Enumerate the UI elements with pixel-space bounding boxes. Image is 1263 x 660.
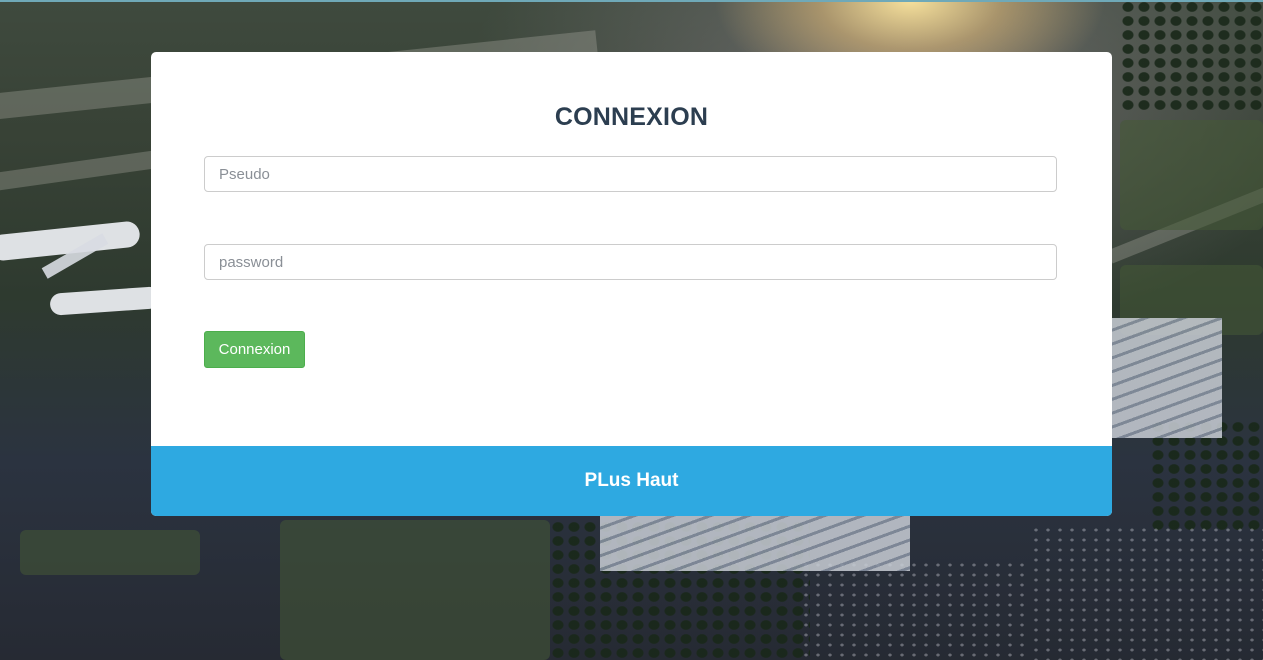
top-accent-line bbox=[0, 0, 1263, 2]
parking-lot bbox=[1030, 525, 1263, 660]
grass-field bbox=[20, 530, 200, 575]
parking-lot bbox=[800, 560, 1030, 660]
login-card: CONNEXION Connexion PLus Haut bbox=[151, 52, 1112, 516]
terminal-building bbox=[600, 516, 910, 571]
login-button[interactable]: Connexion bbox=[204, 331, 305, 368]
tree-cluster bbox=[1120, 0, 1263, 110]
grass-field bbox=[1120, 120, 1263, 230]
grass-field bbox=[280, 520, 550, 660]
login-title: CONNEXION bbox=[554, 103, 709, 131]
username-input[interactable] bbox=[204, 156, 1057, 192]
footer-bar: PLus Haut bbox=[151, 446, 1112, 516]
terminal-building bbox=[1112, 318, 1222, 438]
scroll-top-link[interactable]: PLus Haut bbox=[585, 470, 679, 492]
airplane-fuselage bbox=[49, 286, 161, 316]
password-input[interactable] bbox=[204, 244, 1057, 280]
